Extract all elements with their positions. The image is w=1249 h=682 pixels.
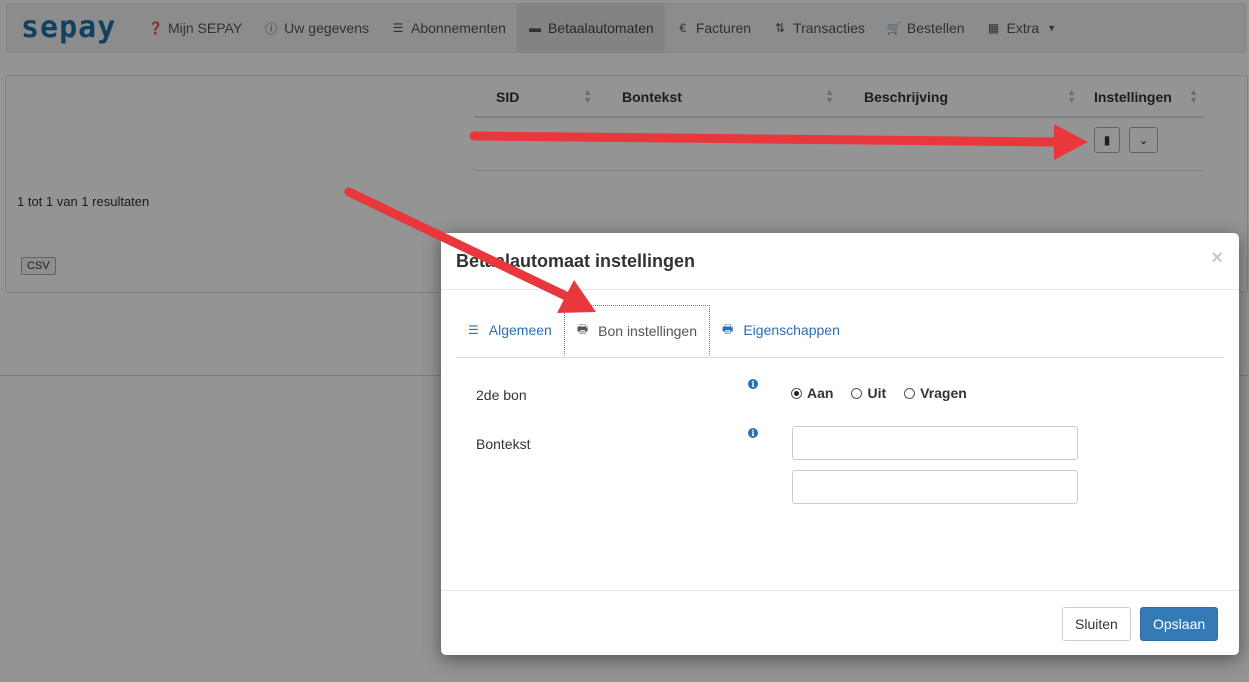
tab-bon-instellingen[interactable]: 🖶 Bon instellingen xyxy=(563,305,710,356)
radio-button-checked[interactable] xyxy=(791,387,802,399)
tab-label: Algemeen xyxy=(488,322,552,338)
radio-button[interactable] xyxy=(851,387,863,399)
radio-label: Uit xyxy=(867,385,887,401)
radio-button[interactable] xyxy=(904,387,916,399)
modal-footer: Sluiten Opslaan xyxy=(441,590,1239,656)
tab-algemeen[interactable]: ☰ Algemeen xyxy=(456,305,564,355)
second-receipt-label: 2de bon xyxy=(476,387,527,403)
info-icon[interactable]: i xyxy=(748,428,758,438)
close-icon[interactable]: × xyxy=(1211,247,1223,270)
radio-aan[interactable]: Aan xyxy=(791,385,833,401)
printer-icon: 🖶 xyxy=(576,322,589,336)
list-icon: ☰ xyxy=(468,323,479,337)
terminal-settings-modal: Betaalautomaat instellingen × ☰ Algemeen… xyxy=(441,233,1239,655)
modal-tabs: ☰ Algemeen 🖶 Bon instellingen 🖶 Eigensch… xyxy=(456,305,1224,358)
save-button[interactable]: Opslaan xyxy=(1140,607,1219,641)
receipt-text-line-1-input[interactable] xyxy=(792,426,1078,460)
tab-label: Eigenschappen xyxy=(743,322,840,338)
tab-eigenschappen[interactable]: 🖶 Eigenschappen xyxy=(710,305,852,355)
radio-label: Vragen xyxy=(920,385,967,401)
radio-vragen[interactable]: Vragen xyxy=(904,385,967,401)
receipt-text-label: Bontekst xyxy=(476,436,531,452)
close-button[interactable]: Sluiten xyxy=(1062,607,1131,641)
printer-icon: 🖶 xyxy=(722,321,734,336)
modal-title: Betaalautomaat instellingen xyxy=(456,251,696,271)
info-icon[interactable]: i xyxy=(748,379,758,389)
tab-label: Bon instellingen xyxy=(598,322,697,339)
radio-uit[interactable]: Uit xyxy=(851,385,886,401)
receipt-text-line-2-input[interactable] xyxy=(792,470,1078,504)
modal-header: Betaalautomaat instellingen × xyxy=(441,233,1239,290)
second-receipt-radio-group: Aan Uit Vragen xyxy=(791,385,967,401)
radio-label: Aan xyxy=(807,385,834,401)
